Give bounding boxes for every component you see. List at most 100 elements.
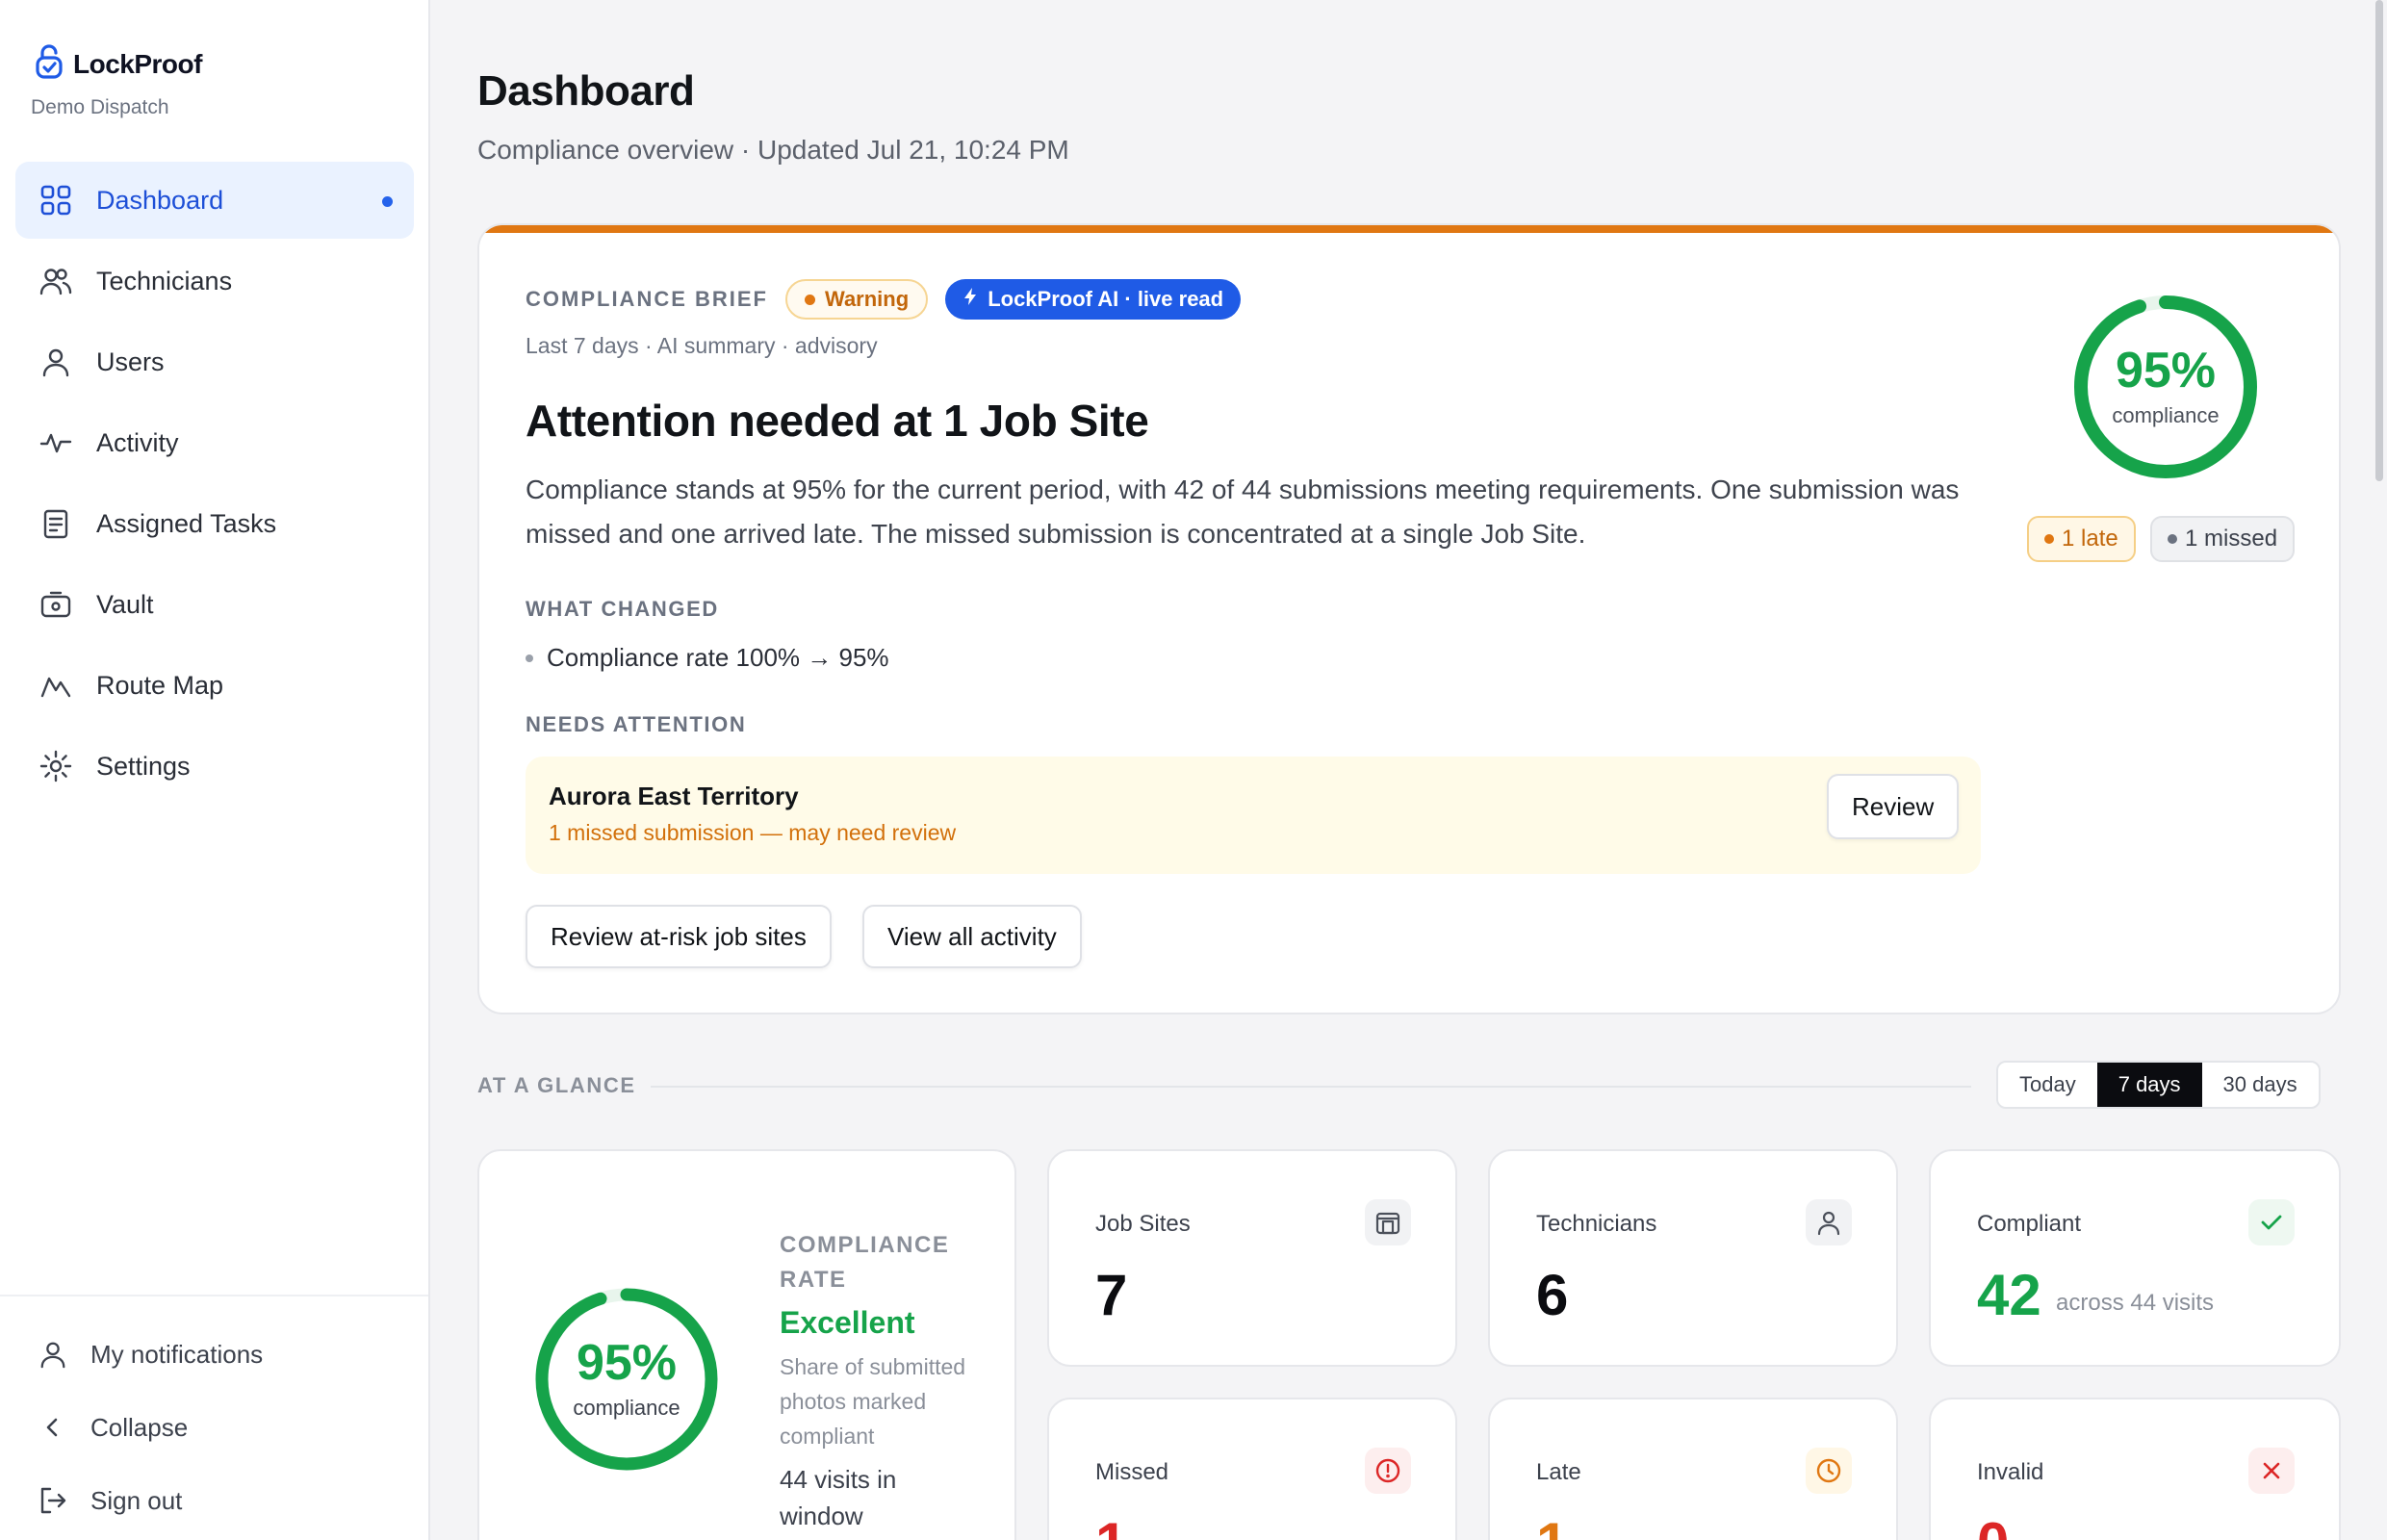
sidebar-nav: Dashboard Technicians Users Activity Ass… bbox=[15, 162, 414, 808]
view-all-activity-button[interactable]: View all activity bbox=[862, 905, 1082, 968]
range-7-days[interactable]: 7 days bbox=[2096, 1063, 2202, 1107]
compliant-card[interactable]: Compliant 42 across 44 visits bbox=[1929, 1149, 2341, 1367]
activity-icon bbox=[38, 425, 73, 460]
visits-in-window: 44 visits in window bbox=[780, 1465, 897, 1530]
brief-summary: Compliance stands at 95% for the current… bbox=[526, 475, 1960, 549]
lightning-icon bbox=[962, 287, 978, 312]
invalid-value: 0 bbox=[1977, 1515, 2009, 1540]
sidebar-item-label: Dashboard bbox=[96, 185, 224, 215]
grid-icon bbox=[38, 183, 73, 218]
sign-out-icon bbox=[37, 1484, 69, 1517]
missed-label: Missed bbox=[1095, 1459, 1169, 1485]
invalid-card[interactable]: Invalid 0 bbox=[1929, 1398, 2341, 1540]
clock-icon bbox=[1806, 1448, 1852, 1494]
compliance-rate-ring: 95% compliance bbox=[533, 1286, 720, 1473]
app-name: LockProof bbox=[73, 48, 202, 79]
range-30-days[interactable]: 30 days bbox=[2202, 1063, 2319, 1107]
review-at-risk-sites-button[interactable]: Review at-risk job sites bbox=[526, 905, 832, 968]
brief-header: COMPLIANCE BRIEF Warning LockProof AI · … bbox=[526, 279, 1242, 320]
late-dot-icon bbox=[2044, 534, 2054, 544]
late-count-label: 1 late bbox=[2062, 526, 2118, 552]
warning-badge-label: Warning bbox=[825, 287, 910, 311]
compliance-ring-label: compliance bbox=[2112, 403, 2220, 427]
collapse-button[interactable]: Collapse bbox=[0, 1391, 428, 1464]
warning-dot-icon bbox=[805, 294, 815, 305]
brief-title: Attention needed at 1 Job Site bbox=[526, 396, 1149, 446]
compliant-value: 42 bbox=[1977, 1263, 2041, 1327]
job-sites-card[interactable]: Job Sites 7 bbox=[1047, 1149, 1457, 1367]
compliance-ring: 95% compliance bbox=[2069, 291, 2262, 483]
needs-attention-label: NEEDS ATTENTION bbox=[526, 712, 747, 736]
sidebar-item-assigned-tasks[interactable]: Assigned Tasks bbox=[15, 485, 414, 562]
sidebar-item-vault[interactable]: Vault bbox=[15, 566, 414, 643]
compliance-brief-card: COMPLIANCE BRIEF Warning LockProof AI · … bbox=[477, 223, 2341, 1014]
page-title: Dashboard bbox=[477, 67, 695, 115]
user-icon bbox=[1806, 1199, 1852, 1245]
sidebar-item-dashboard[interactable]: Dashboard bbox=[15, 162, 414, 239]
sign-out-button[interactable]: Sign out bbox=[0, 1464, 428, 1537]
compliance-grade: Excellent bbox=[780, 1305, 915, 1340]
sidebar: LockProof Demo Dispatch Dashboard Techni… bbox=[0, 0, 430, 1540]
change-item-text: Compliance rate 100% → 95% bbox=[547, 643, 889, 672]
alert-circle-icon bbox=[1365, 1448, 1411, 1494]
technicians-card[interactable]: Technicians 6 bbox=[1488, 1149, 1898, 1367]
sidebar-item-label: Route Map bbox=[96, 670, 224, 700]
divider bbox=[651, 1086, 1971, 1088]
at-a-glance-label: AT A GLANCE bbox=[477, 1073, 636, 1097]
ai-badge-label: LockProof AI · live read bbox=[988, 287, 1224, 311]
compliant-label: Compliant bbox=[1977, 1211, 2082, 1237]
sidebar-footer: My notifications Collapse Sign out bbox=[0, 1295, 428, 1537]
sign-out-label: Sign out bbox=[90, 1485, 183, 1515]
vault-icon bbox=[38, 587, 73, 622]
page-subtitle: Compliance overview · Updated Jul 21, 10… bbox=[477, 135, 1069, 165]
late-label: Late bbox=[1536, 1459, 1581, 1485]
sidebar-item-users[interactable]: Users bbox=[15, 323, 414, 400]
compliance-rate-label: COMPLIANCE RATE bbox=[780, 1232, 950, 1293]
range-today[interactable]: Today bbox=[1998, 1063, 2097, 1107]
invalid-label: Invalid bbox=[1977, 1459, 2044, 1485]
sidebar-item-label: Users bbox=[96, 346, 165, 376]
compliance-ring-text: 95% compliance bbox=[2069, 291, 2262, 483]
gear-icon bbox=[38, 749, 73, 783]
missed-count-label: 1 missed bbox=[2185, 526, 2278, 552]
clipboard-icon bbox=[38, 506, 73, 541]
warning-badge: Warning bbox=[785, 279, 929, 320]
compliance-rate-card: 95% compliance COMPLIANCE RATE Excellent… bbox=[477, 1149, 1016, 1540]
attention-site: Aurora East Territory bbox=[549, 782, 799, 810]
change-item: Compliance rate 100% → 95% bbox=[526, 643, 889, 673]
sidebar-item-label: Settings bbox=[96, 751, 191, 781]
sidebar-item-route-map[interactable]: Route Map bbox=[15, 647, 414, 724]
my-notifications-link[interactable]: My notifications bbox=[0, 1318, 428, 1391]
sidebar-item-label: Assigned Tasks bbox=[96, 508, 277, 538]
sidebar-item-label: Technicians bbox=[96, 266, 233, 295]
collapse-label: Collapse bbox=[90, 1412, 189, 1442]
ai-live-badge: LockProof AI · live read bbox=[945, 279, 1242, 320]
my-notifications-label: My notifications bbox=[90, 1339, 264, 1369]
sidebar-item-technicians[interactable]: Technicians bbox=[15, 243, 414, 320]
bullet-icon bbox=[526, 654, 533, 662]
attention-detail: 1 missed submission — may need review bbox=[549, 820, 957, 845]
brief-eyebrow: COMPLIANCE BRIEF bbox=[526, 287, 768, 311]
brief-meta: Last 7 days · AI summary · advisory bbox=[526, 333, 878, 358]
sidebar-item-activity[interactable]: Activity bbox=[15, 404, 414, 481]
sidebar-item-settings[interactable]: Settings bbox=[15, 728, 414, 805]
late-card[interactable]: Late 1 bbox=[1488, 1398, 1898, 1540]
attention-item: Aurora East Territory 1 missed submissio… bbox=[526, 757, 1981, 874]
technicians-value: 6 bbox=[1536, 1263, 1569, 1327]
late-count-badge: 1 late bbox=[2027, 516, 2136, 562]
page-scrollbar[interactable] bbox=[2375, 0, 2383, 481]
compliance-rate-description: Share of submitted photos marked complia… bbox=[780, 1354, 966, 1449]
user-icon bbox=[37, 1338, 69, 1371]
review-button[interactable]: Review bbox=[1827, 774, 1960, 839]
check-icon bbox=[2248, 1199, 2295, 1245]
late-value: 1 bbox=[1536, 1515, 1568, 1540]
building-icon bbox=[1365, 1199, 1411, 1245]
lockproof-logo-icon bbox=[35, 42, 64, 86]
sidebar-item-label: Vault bbox=[96, 589, 154, 619]
brand[interactable]: LockProof bbox=[35, 42, 202, 86]
org-name: Demo Dispatch bbox=[31, 96, 169, 118]
job-sites-label: Job Sites bbox=[1095, 1211, 1191, 1237]
compliance-rate-ring-text: 95% compliance bbox=[533, 1286, 720, 1473]
what-changed-label: WHAT CHANGED bbox=[526, 597, 719, 621]
missed-card[interactable]: Missed 1 bbox=[1047, 1398, 1457, 1540]
